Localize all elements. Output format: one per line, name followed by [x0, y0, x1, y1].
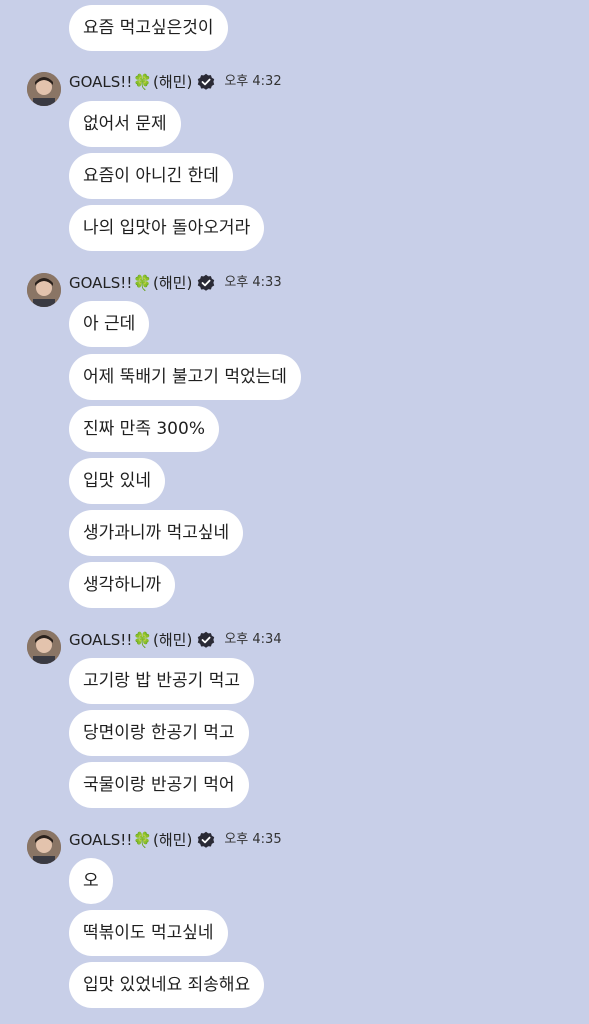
verified-badge-icon: [198, 274, 215, 291]
chat-bubble-text: 생각하니까: [83, 575, 162, 595]
four-leaf-clover-icon: 🍀: [133, 831, 153, 849]
chat-bubble[interactable]: 당면이랑 한공기 먹고: [69, 710, 249, 756]
sender-name[interactable]: GOALS!!: [69, 630, 132, 650]
chat-bubble-text: 입맛 있었네요 죄송해요: [83, 975, 251, 995]
chat-bubble-text: 생가과니까 먹고싶네: [83, 523, 230, 543]
sender-line: GOALS!! 🍀 (해민) 오후 4:35: [69, 830, 282, 850]
sender-name[interactable]: GOALS!!: [69, 72, 132, 92]
chat-bubble[interactable]: 요즘 먹고싶은것이: [69, 5, 228, 51]
chat-bubble[interactable]: 입맛 있네: [69, 458, 165, 504]
chat-bubble-text: 아 근데: [83, 314, 136, 334]
chat-bubble-text: 요즘 먹고싶은것이: [83, 18, 214, 38]
sender-suffix: (해민): [153, 274, 193, 292]
sender-suffix: (해민): [153, 73, 193, 91]
timestamp: 오후 4:35: [224, 832, 282, 847]
timestamp: 오후 4:33: [224, 275, 282, 290]
sender-name[interactable]: GOALS!!: [69, 830, 132, 850]
chat-bubble-text: 오: [83, 871, 99, 891]
sender-line: GOALS!! 🍀 (해민) 오후 4:34: [69, 630, 282, 650]
chat-bubble[interactable]: 요즘이 아니긴 한데: [69, 153, 233, 199]
four-leaf-clover-icon: 🍀: [133, 274, 153, 292]
four-leaf-clover-icon: 🍀: [133, 631, 153, 649]
sender-name[interactable]: GOALS!!: [69, 273, 132, 293]
chat-bubble[interactable]: 나의 입맛아 돌아오거라: [69, 205, 265, 251]
chat-bubble[interactable]: 생각하니까: [69, 562, 176, 608]
chat-bubble[interactable]: 국물이랑 반공기 먹어: [69, 762, 249, 808]
chat-bubble-text: 입맛 있네: [83, 471, 151, 491]
timestamp: 오후 4:34: [224, 632, 282, 647]
timestamp: 오후 4:32: [224, 74, 282, 89]
chat-bubble[interactable]: 어제 뚝배기 불고기 먹었는데: [69, 354, 301, 400]
chat-bubble[interactable]: 진짜 만족 300%: [69, 406, 219, 452]
chat-bubble-text: 떡볶이도 먹고싶네: [83, 923, 214, 943]
sender-line: GOALS!! 🍀 (해민) 오후 4:33: [69, 273, 282, 293]
verified-badge-icon: [198, 73, 215, 90]
chat-bubble[interactable]: 오: [69, 858, 113, 904]
verified-badge-icon: [198, 831, 215, 848]
chat-bubble[interactable]: 없어서 문제: [69, 101, 181, 147]
chat-bubble-text: 국물이랑 반공기 먹어: [83, 775, 235, 795]
chat-bubble[interactable]: 입맛 있었네요 죄송해요: [69, 962, 265, 1008]
chat-bubble[interactable]: 고기랑 밥 반공기 먹고: [69, 658, 254, 704]
chat-bubble-text: 진짜 만족 300%: [83, 419, 205, 439]
sender-suffix: (해민): [153, 631, 193, 649]
chat-bubble[interactable]: 떡볶이도 먹고싶네: [69, 910, 228, 956]
avatar[interactable]: [27, 273, 61, 307]
chat-bubble-text: 요즘이 아니긴 한데: [83, 166, 219, 186]
avatar[interactable]: [27, 72, 61, 106]
chat-bubble-text: 당면이랑 한공기 먹고: [83, 723, 235, 743]
sender-line: GOALS!! 🍀 (해민) 오후 4:32: [69, 72, 282, 92]
chat-bubble-text: 어제 뚝배기 불고기 먹었는데: [83, 367, 287, 387]
chat-bubble-text: 고기랑 밥 반공기 먹고: [83, 671, 240, 691]
verified-badge-icon: [198, 631, 215, 648]
chat-bubble-text: 없어서 문제: [83, 114, 167, 134]
avatar[interactable]: [27, 630, 61, 664]
chat-bubble[interactable]: 생가과니까 먹고싶네: [69, 510, 244, 556]
chat-bubble[interactable]: 아 근데: [69, 301, 150, 347]
four-leaf-clover-icon: 🍀: [133, 73, 153, 91]
chat-bubble-text: 나의 입맛아 돌아오거라: [83, 218, 251, 238]
sender-suffix: (해민): [153, 831, 193, 849]
avatar[interactable]: [27, 830, 61, 864]
